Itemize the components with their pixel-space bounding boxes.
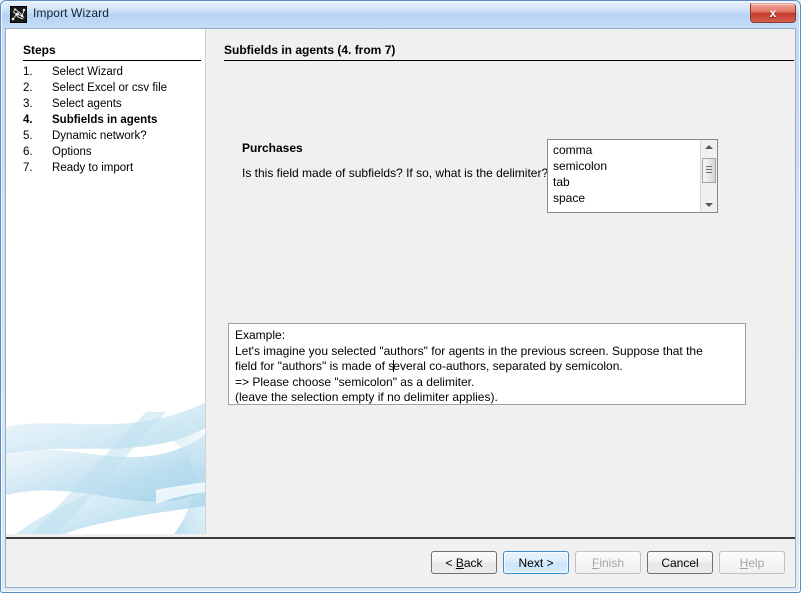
step-number: 3. — [23, 98, 33, 110]
step-item-4-current: 4. Subfields in agents — [23, 114, 205, 130]
scrollbar-thumb[interactable] — [702, 158, 716, 183]
example-line-3-pre: field for "authors" is made of s — [235, 359, 395, 373]
example-line-3-post: everal co-authors, separated by semicolo… — [393, 359, 623, 373]
step-item-5: 5. Dynamic network? — [23, 130, 205, 146]
example-line-3: field for "authors" is made of several c… — [235, 359, 739, 375]
back-button[interactable]: < Back — [431, 551, 497, 574]
title-bar-sheen — [2, 2, 799, 14]
delimiter-option-comma[interactable]: comma — [548, 142, 700, 158]
delimiter-option-list: comma semicolon tab space — [548, 140, 700, 206]
triangle-down-icon — [705, 203, 713, 207]
delimiter-listbox[interactable]: comma semicolon tab space — [547, 139, 718, 213]
steps-heading: Steps — [23, 43, 56, 57]
steps-heading-rule — [23, 60, 201, 61]
page-title: Subfields in agents (4. from 7) — [224, 43, 396, 57]
field-question-text: Is this field made of subfields? If so, … — [242, 166, 549, 180]
steps-list: 1. Select Wizard 2. Select Excel or csv … — [23, 66, 205, 178]
step-item-2: 2. Select Excel or csv file — [23, 82, 205, 98]
client-area: Steps 1. Select Wizard 2. Select Excel o… — [5, 28, 796, 588]
next-button[interactable]: Next > — [503, 551, 569, 574]
triangle-up-icon — [705, 145, 713, 149]
step-label: Select agents — [52, 98, 122, 110]
next-button-label: Next > — [518, 555, 554, 570]
delimiter-option-space[interactable]: space — [548, 190, 700, 206]
step-number: 2. — [23, 82, 33, 94]
field-name-label: Purchases — [242, 141, 303, 155]
back-button-label: < Back — [445, 555, 483, 570]
button-bar: < Back Next > Finish Cancel Help — [6, 539, 795, 587]
help-button-label: Help — [739, 555, 765, 570]
example-line-1: Example: — [235, 328, 286, 342]
step-number: 6. — [23, 146, 33, 158]
import-wizard-window: Import Wizard x Steps 1. Select Wizard 2… — [0, 0, 801, 593]
app-icon — [10, 6, 27, 23]
cancel-button[interactable]: Cancel — [647, 551, 713, 574]
window-title: Import Wizard — [33, 6, 109, 20]
example-line-4: => Please choose "semicolon" as a delimi… — [235, 374, 475, 389]
scroll-up-arrow-icon[interactable] — [701, 140, 717, 155]
finish-button: Finish — [575, 551, 641, 574]
step-label: Select Wizard — [52, 66, 123, 78]
step-item-3: 3. Select agents — [23, 98, 205, 114]
scroll-down-arrow-icon[interactable] — [701, 197, 717, 212]
help-button: Help — [719, 551, 785, 574]
step-number: 4. — [23, 114, 33, 126]
example-line-5: (leave the selection empty if no delimit… — [235, 390, 498, 404]
steps-panel: Steps 1. Select Wizard 2. Select Excel o… — [6, 29, 206, 534]
cancel-button-label: Cancel — [661, 555, 699, 570]
delimiter-option-tab[interactable]: tab — [548, 174, 700, 190]
close-button[interactable]: x — [750, 3, 796, 23]
listbox-scrollbar[interactable] — [700, 140, 717, 212]
page-title-rule — [224, 60, 794, 61]
example-line-2: Let's imagine you selected "authors" for… — [235, 343, 703, 358]
step-item-6: 6. Options — [23, 146, 205, 162]
example-text-box: Example: Let's imagine you selected "aut… — [228, 323, 746, 405]
step-label: Select Excel or csv file — [52, 82, 168, 94]
step-label: Dynamic network? — [52, 130, 147, 142]
close-icon: x — [769, 6, 777, 20]
title-bar[interactable]: Import Wizard x — [2, 2, 799, 27]
content-panel: Subfields in agents (4. from 7) Purchase… — [206, 29, 795, 534]
step-item-1: 1. Select Wizard — [23, 66, 205, 82]
decorative-swoosh-graphic — [6, 402, 205, 534]
step-number: 7. — [23, 162, 33, 174]
step-number: 5. — [23, 130, 33, 142]
step-number: 1. — [23, 66, 33, 78]
step-label: Subfields in agents — [52, 114, 158, 126]
back-accel-char: B — [455, 555, 464, 570]
delimiter-option-semicolon[interactable]: semicolon — [548, 158, 700, 174]
grip-lines-icon — [706, 166, 712, 167]
step-label: Options — [52, 146, 92, 158]
step-label: Ready to import — [52, 162, 134, 174]
step-item-7: 7. Ready to import — [23, 162, 205, 178]
finish-button-label: Finish — [591, 555, 625, 570]
